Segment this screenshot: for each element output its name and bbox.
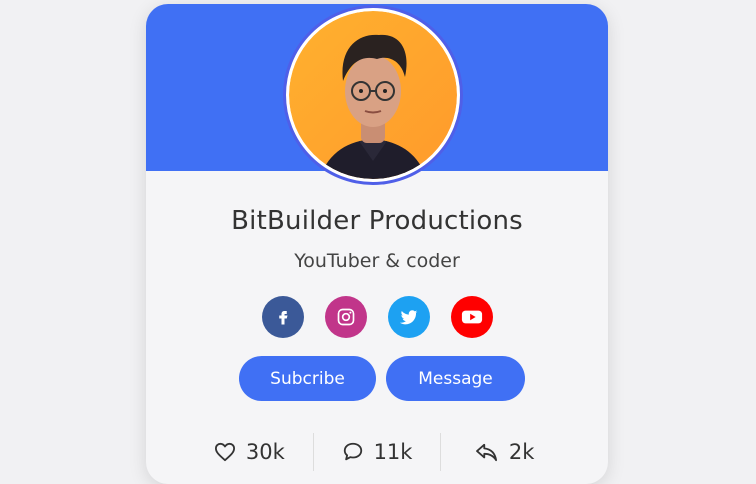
reply-icon bbox=[475, 442, 499, 462]
shares-stat[interactable]: 2k bbox=[441, 440, 568, 464]
stats-bar: 30k 11k 2k bbox=[186, 432, 568, 472]
facebook-icon bbox=[274, 308, 292, 326]
likes-stat[interactable]: 30k bbox=[186, 440, 313, 464]
comments-stat[interactable]: 11k bbox=[314, 440, 441, 464]
message-button[interactable]: Message bbox=[386, 356, 525, 401]
comment-icon bbox=[342, 441, 364, 463]
shares-count: 2k bbox=[508, 440, 535, 464]
profile-name: BitBuilder Productions bbox=[231, 206, 523, 236]
subscribe-button[interactable]: Subcribe bbox=[239, 356, 376, 401]
comments-count: 11k bbox=[373, 440, 413, 464]
avatar bbox=[286, 8, 460, 182]
instagram-link[interactable] bbox=[325, 296, 367, 338]
profile-role: YouTuber & coder bbox=[294, 250, 460, 272]
youtube-link[interactable] bbox=[451, 296, 493, 338]
action-buttons: Subcribe Message bbox=[239, 356, 525, 401]
heart-icon bbox=[214, 442, 236, 462]
facebook-link[interactable] bbox=[262, 296, 304, 338]
avatar-photo bbox=[289, 11, 457, 179]
youtube-icon bbox=[461, 308, 483, 326]
twitter-icon bbox=[399, 307, 419, 327]
social-links bbox=[262, 296, 493, 338]
likes-count: 30k bbox=[245, 440, 285, 464]
twitter-link[interactable] bbox=[388, 296, 430, 338]
instagram-icon bbox=[336, 307, 356, 327]
profile-card: BitBuilder Productions YouTuber & coder … bbox=[146, 4, 608, 484]
person-portrait-icon bbox=[319, 34, 427, 179]
